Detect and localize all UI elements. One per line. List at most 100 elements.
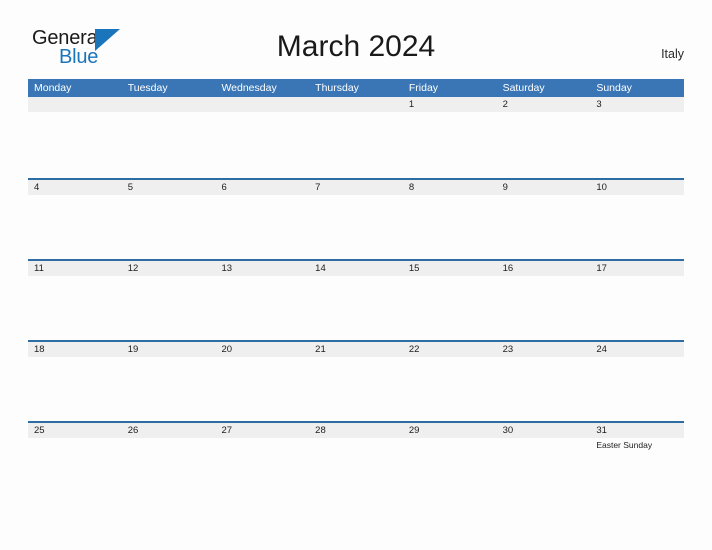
day-cell[interactable]: 24 xyxy=(590,342,684,421)
day-cell[interactable]: 3 xyxy=(590,97,684,178)
day-number: 14 xyxy=(315,263,326,274)
day-number: 11 xyxy=(34,263,44,274)
day-event xyxy=(28,357,122,358)
day-cell[interactable]: 25 xyxy=(28,423,122,502)
day-number: 17 xyxy=(596,263,607,274)
day-cell[interactable]: 11 xyxy=(28,261,122,340)
day-number: 6 xyxy=(221,182,227,193)
day-number: 3 xyxy=(596,99,602,110)
day-number: 8 xyxy=(408,182,415,193)
day-event xyxy=(215,357,309,358)
day-cell[interactable]: 19 xyxy=(122,342,216,421)
day-event xyxy=(215,276,309,277)
day-event xyxy=(215,195,309,196)
day-event xyxy=(122,357,216,358)
day-number: 28 xyxy=(315,425,326,436)
day-cell[interactable]: 23 xyxy=(497,342,591,421)
day-cell[interactable]: 6 xyxy=(215,180,309,259)
day-cell[interactable]: 27 xyxy=(215,423,309,502)
day-cell[interactable]: 28 xyxy=(309,423,403,502)
weekday-header-friday: Friday xyxy=(408,82,439,94)
day-event xyxy=(497,438,591,439)
day-cell[interactable]: 4 xyxy=(28,180,122,259)
day-number: 31 xyxy=(596,425,607,436)
day-cell[interactable]: 5 xyxy=(122,180,216,259)
day-cell[interactable]: 13 xyxy=(215,261,309,340)
day-cell[interactable]: 10 xyxy=(590,180,684,259)
day-cell[interactable]: 30 xyxy=(497,423,591,502)
day-number: 29 xyxy=(408,425,420,436)
week-row: 25 26 27 28 29 30 31 Easter Sunday xyxy=(28,421,684,502)
day-event xyxy=(590,195,684,196)
day-cell[interactable] xyxy=(28,97,122,178)
day-cell[interactable]: 31 Easter Sunday xyxy=(590,423,684,502)
day-event xyxy=(122,438,216,439)
day-event xyxy=(215,97,309,98)
day-cell[interactable]: 18 xyxy=(28,342,122,421)
day-event xyxy=(403,195,497,196)
day-number: 20 xyxy=(221,344,233,355)
day-cell[interactable]: 12 xyxy=(122,261,216,340)
weekday-header-monday: Monday xyxy=(34,82,72,94)
day-cell[interactable]: 9 xyxy=(497,180,591,259)
day-cell[interactable] xyxy=(122,97,216,178)
day-number: 26 xyxy=(127,425,139,436)
day-number: 27 xyxy=(221,425,233,436)
weekday-header-tuesday: Tuesday xyxy=(127,82,168,94)
day-number: 15 xyxy=(408,263,420,274)
day-cell[interactable]: 17 xyxy=(590,261,684,340)
page-title: March 2024 xyxy=(276,30,436,63)
weekday-header-row: Monday Tuesday Wednesday Thursday Friday… xyxy=(28,79,684,97)
day-cell[interactable]: 20 xyxy=(215,342,309,421)
day-event xyxy=(497,195,591,196)
week-row: 18 19 20 21 22 23 24 xyxy=(28,340,684,421)
day-cell[interactable]: 22 xyxy=(403,342,497,421)
day-number: 9 xyxy=(502,182,508,193)
day-cell[interactable]: 26 xyxy=(122,423,216,502)
day-number: 2 xyxy=(502,99,508,110)
day-number: 24 xyxy=(596,344,607,355)
day-number: 4 xyxy=(34,182,40,193)
day-event xyxy=(497,276,591,277)
day-event xyxy=(403,438,497,439)
day-event xyxy=(309,276,403,277)
day-number: 23 xyxy=(502,344,514,355)
day-cell[interactable]: 2 xyxy=(497,97,591,178)
day-cell[interactable]: 16 xyxy=(497,261,591,340)
day-event xyxy=(590,276,684,277)
day-event xyxy=(403,276,497,277)
day-cell[interactable]: 14 xyxy=(309,261,403,340)
day-cell[interactable] xyxy=(215,97,309,178)
day-event: Easter Sunday xyxy=(596,440,653,450)
day-number: 22 xyxy=(408,344,420,355)
day-event xyxy=(309,97,403,98)
day-event xyxy=(309,357,403,358)
day-event xyxy=(122,195,216,196)
week-row: 11 12 13 14 15 16 17 xyxy=(28,259,684,340)
day-event xyxy=(497,112,591,113)
day-number: 1 xyxy=(408,99,415,110)
day-event xyxy=(403,112,497,113)
day-number: 5 xyxy=(127,182,134,193)
calendar-grid: Monday Tuesday Wednesday Thursday Friday… xyxy=(28,79,684,502)
day-number: 7 xyxy=(315,182,321,193)
week-row: 4 5 6 7 8 9 10 xyxy=(28,178,684,259)
page-header: General Blue March 2024 Italy xyxy=(0,0,712,78)
country-label: Italy xyxy=(661,47,684,61)
day-cell[interactable]: 8 xyxy=(403,180,497,259)
day-cell[interactable] xyxy=(309,97,403,178)
day-number: 18 xyxy=(34,344,45,355)
day-event xyxy=(403,357,497,358)
day-event xyxy=(28,276,122,277)
weekday-header-thursday: Thursday xyxy=(315,82,359,94)
day-cell[interactable]: 21 xyxy=(309,342,403,421)
day-number: 13 xyxy=(221,263,233,274)
day-event xyxy=(215,438,309,439)
day-cell[interactable]: 15 xyxy=(403,261,497,340)
day-event xyxy=(28,97,122,98)
day-cell[interactable]: 1 xyxy=(403,97,497,178)
day-number: 30 xyxy=(502,425,514,436)
day-cell[interactable]: 29 xyxy=(403,423,497,502)
day-cell[interactable]: 7 xyxy=(309,180,403,259)
day-number: 19 xyxy=(127,344,139,355)
